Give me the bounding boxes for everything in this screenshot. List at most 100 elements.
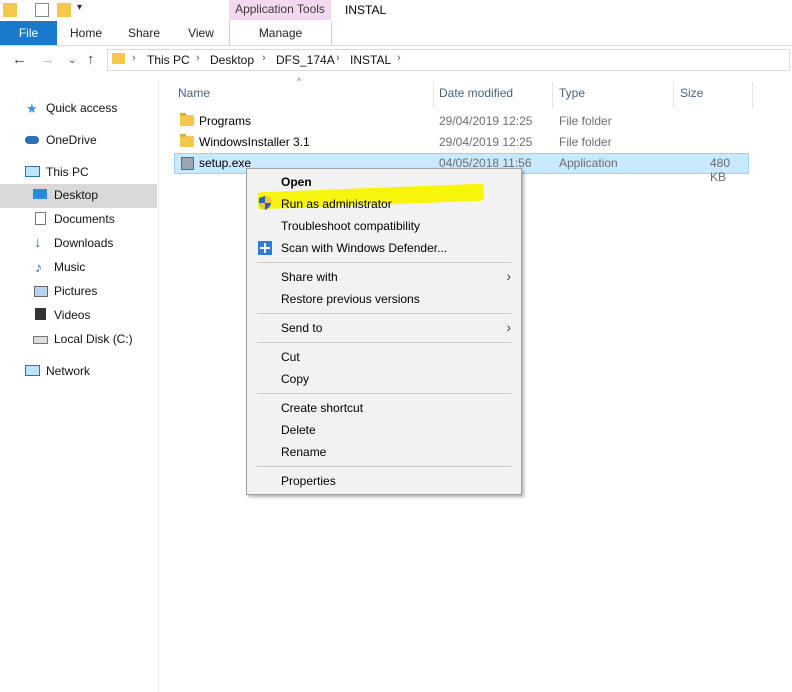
menu-item-rename[interactable]: Rename [247,441,521,463]
column-divider[interactable] [433,82,434,108]
menu-item-send-to[interactable]: Send to › [247,317,521,339]
menu-item-share-with[interactable]: Share with › [247,266,521,288]
menu-item-label: Create shortcut [281,401,364,415]
sidebar-item-desktop[interactable]: Desktop [0,184,157,208]
menu-item-scan-with-defender[interactable]: Scan with Windows Defender... [247,237,521,259]
menu-item-troubleshoot-compatibility[interactable]: Troubleshoot compatibility [247,215,521,237]
folder-icon[interactable] [3,3,17,17]
file-name: setup.exe [199,156,252,170]
drive-icon [33,336,48,344]
file-name: Programs [199,114,252,128]
menu-item-label: Properties [281,474,336,488]
sidebar-item-this-pc[interactable]: This PC [0,161,157,185]
file-row[interactable]: WindowsInstaller 3.1 29/04/2019 12:25 Fi… [174,132,749,153]
breadcrumb-this-pc[interactable]: This PC [147,53,190,67]
tab-view[interactable]: View [174,21,228,45]
tab-file[interactable]: File [0,21,57,45]
menu-item-label: Scan with Windows Defender... [281,241,448,255]
customize-quick-access-icon[interactable]: ▾ [77,2,82,13]
up-arrow-icon[interactable]: ↑ [87,51,95,68]
forward-arrow-icon[interactable]: → [40,51,55,68]
sidebar-item-documents[interactable]: Documents [0,208,157,232]
tab-home[interactable]: Home [58,21,114,45]
sort-indicator-icon: ^ [297,76,302,86]
menu-item-copy[interactable]: Copy [247,368,521,390]
menu-item-delete[interactable]: Delete [247,419,521,441]
window-title: INSTAL [345,3,387,17]
chevron-right-icon[interactable]: › [262,52,266,64]
chevron-right-icon: › [506,268,511,284]
menu-item-label: Troubleshoot compatibility [281,219,420,233]
menu-separator [257,313,511,314]
menu-item-open[interactable]: Open [247,171,521,193]
sidebar-item-label: Videos [54,308,91,322]
chevron-right-icon[interactable]: › [397,52,401,64]
menu-item-label: Cut [281,350,300,364]
tab-manage[interactable]: Manage [229,21,332,45]
download-arrow-icon: ↓ [34,234,42,251]
desktop-icon [33,189,47,199]
menu-item-run-as-administrator[interactable]: Run as administrator [247,193,521,215]
setup-application-icon [181,157,194,170]
folder-icon [180,113,194,126]
sidebar-item-local-disk[interactable]: Local Disk (C:) [0,328,157,352]
breadcrumb-dfs-174a[interactable]: DFS_174A [276,53,335,67]
sidebar-item-network[interactable]: Network [0,360,157,384]
new-folder-icon[interactable] [57,3,71,17]
sidebar-item-label: This PC [46,165,89,179]
column-header-type[interactable]: Type [559,86,585,100]
sidebar-item-label: Downloads [54,236,114,250]
sidebar-item-label: Desktop [54,188,99,202]
sidebar-item-onedrive[interactable]: OneDrive [0,129,157,153]
tab-share[interactable]: Share [116,21,172,45]
menu-item-label: Run as administrator [281,197,392,211]
menu-item-label: Share with [281,270,338,284]
address-folder-icon [112,53,125,64]
chevron-right-icon[interactable]: › [196,52,200,64]
breadcrumb-instal[interactable]: INSTAL [350,53,391,67]
sidebar-item-label: Network [46,364,91,378]
chevron-right-icon[interactable]: › [336,52,340,64]
network-icon [25,365,40,376]
file-row[interactable]: Programs 29/04/2019 12:25 File folder [174,111,749,132]
breadcrumb-desktop[interactable]: Desktop [210,53,254,67]
back-arrow-icon[interactable]: ← [12,51,27,68]
menu-item-label: Restore previous versions [281,292,420,306]
column-divider[interactable] [552,82,553,108]
cloud-icon [25,136,39,144]
menu-item-label: Rename [281,445,327,459]
star-icon: ★ [26,101,38,116]
file-type: File folder [559,135,612,149]
column-header-size[interactable]: Size [680,86,703,100]
sidebar-item-label: OneDrive [46,133,97,147]
sidebar-item-music[interactable]: ♪ Music [0,256,157,280]
sidebar-item-downloads[interactable]: ↓ Downloads [0,232,157,256]
sidebar-item-videos[interactable]: Videos [0,304,157,328]
file-size: 480 KB [710,156,731,184]
menu-item-cut[interactable]: Cut [247,346,521,368]
sidebar-item-label: Local Disk (C:) [54,332,133,346]
properties-icon[interactable] [35,3,49,17]
menu-separator [257,393,511,394]
recent-locations-icon[interactable]: ⌄ [68,55,76,66]
sidebar-item-label: Music [54,260,86,274]
sidebar-item-label: Pictures [54,284,98,298]
sidebar-item-quick-access[interactable]: ★ Quick access [0,97,157,121]
column-divider[interactable] [673,82,674,108]
application-tools-label: Application Tools [229,0,331,20]
column-header-name[interactable]: Name [178,86,210,100]
file-date: 29/04/2019 12:25 [439,135,533,149]
column-header-date-modified[interactable]: Date modified [439,86,513,100]
menu-item-create-shortcut[interactable]: Create shortcut [247,397,521,419]
film-icon [35,308,46,320]
sidebar-item-pictures[interactable]: Pictures [0,280,157,304]
computer-icon [25,166,40,177]
chevron-right-icon[interactable]: › [132,52,136,64]
menu-item-label: Copy [281,372,310,386]
menu-item-restore-previous-versions[interactable]: Restore previous versions [247,288,521,310]
document-icon [35,212,46,225]
sidebar-item-label: Documents [54,212,115,226]
menu-separator [257,466,511,467]
column-divider[interactable] [752,82,753,108]
menu-item-properties[interactable]: Properties [247,470,521,492]
